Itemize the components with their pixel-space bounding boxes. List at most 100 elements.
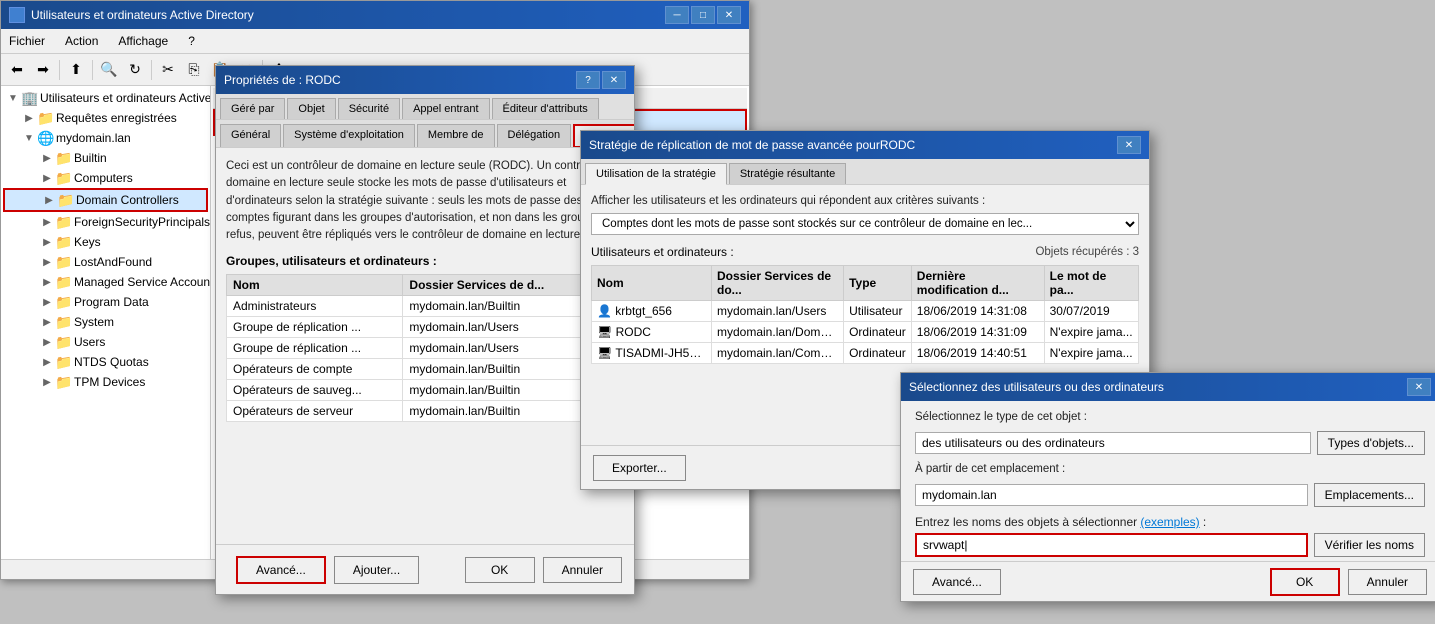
tree-item-mydomain[interactable]: ▼ 🌐 mydomain.lan [3, 128, 208, 148]
tab-delegation[interactable]: Délégation [497, 124, 572, 147]
expand-computers[interactable]: ▶ [39, 173, 55, 184]
select-users-title-bar: Sélectionnez des utilisateurs ou des ord… [901, 373, 1435, 401]
tab-general[interactable]: Général [220, 124, 281, 147]
expand-builtin[interactable]: ▶ [39, 153, 55, 164]
tab-gere[interactable]: Géré par [220, 98, 285, 119]
location-input[interactable] [915, 484, 1308, 506]
table-row[interactable]: Opérateurs de compte mydomain.lan/Builti… [227, 359, 624, 380]
td-folder: mydomain.lan/Builtin [403, 380, 587, 401]
select-users-annuler-button[interactable]: Annuler [1348, 569, 1427, 595]
dialog-props: Propriétés de : RODC ? ✕ Géré par Objet … [215, 65, 635, 595]
table-row[interactable]: 👤 krbtgt_656 mydomain.lan/Users Utilisat… [592, 301, 1139, 322]
menu-affichage[interactable]: Affichage [110, 31, 176, 51]
exemples-link[interactable]: (exemples) [1140, 515, 1199, 529]
expand-keys[interactable]: ▶ [39, 237, 55, 248]
expand-system[interactable]: ▶ [39, 317, 55, 328]
find-button[interactable]: 🔍 [97, 58, 121, 82]
select-users-close-button[interactable]: ✕ [1407, 378, 1431, 396]
table-row[interactable]: Opérateurs de sauveg... mydomain.lan/Bui… [227, 380, 624, 401]
table-row[interactable]: 🖥 RODC mydomain.lan/Domain ... Ordinateu… [592, 322, 1139, 343]
tree-item-keys[interactable]: ▶ 📁 Keys [3, 232, 208, 252]
tree-item-builtin[interactable]: ▶ 📁 Builtin [3, 148, 208, 168]
sth-name: Nom [592, 266, 712, 301]
tab-objet[interactable]: Objet [287, 98, 335, 119]
cut-button[interactable]: ✂ [156, 58, 180, 82]
tree-label-computers: Computers [74, 171, 133, 185]
tree-item-root[interactable]: ▼ 🏢 Utilisateurs et ordinateurs Active [3, 88, 208, 108]
menu-bar: Fichier Action Affichage ? [1, 29, 749, 54]
tree-label-managed: Managed Service Accounts [74, 275, 211, 289]
tree-label-root: Utilisateurs et ordinateurs Active [40, 91, 211, 105]
strategy-table: Nom Dossier Services de do... Type Derni… [591, 265, 1139, 364]
table-row[interactable]: Groupe de réplication ... mydomain.lan/U… [227, 338, 624, 359]
props-annuler-button[interactable]: Annuler [543, 557, 622, 583]
tree-item-lostandfound[interactable]: ▶ 📁 LostAndFound [3, 252, 208, 272]
tab-systeme[interactable]: Système d'exploitation [283, 124, 415, 147]
strategy-title: Stratégie de réplication de mot de passe… [589, 138, 915, 152]
table-row[interactable]: Groupe de réplication ... mydomain.lan/U… [227, 317, 624, 338]
expand-ntdsquotas[interactable]: ▶ [39, 357, 55, 368]
expand-requetes[interactable]: ▶ [21, 113, 37, 124]
table-row[interactable]: 🖥 TISADMI-JH5NQRH mydomain.lan/Comput...… [592, 343, 1139, 364]
refresh-button[interactable]: ↻ [123, 58, 147, 82]
menu-fichier[interactable]: Fichier [1, 31, 53, 51]
tree-item-system[interactable]: ▶ 📁 System [3, 312, 208, 332]
select-users-avance-button[interactable]: Avancé... [913, 569, 1001, 595]
expand-managed[interactable]: ▶ [39, 277, 55, 288]
props-help-button[interactable]: ? [576, 71, 600, 89]
system-icon: 📁 [55, 314, 71, 330]
tree-item-users[interactable]: ▶ 📁 Users [3, 332, 208, 352]
tab-resultante[interactable]: Stratégie résultante [729, 163, 846, 184]
tree-item-requetes[interactable]: ▶ 📁 Requêtes enregistrées [3, 108, 208, 128]
tree-item-managed[interactable]: ▶ 📁 Managed Service Accounts [3, 272, 208, 292]
select-users-ok-button[interactable]: OK [1270, 568, 1340, 596]
tree-item-programdata[interactable]: ▶ 📁 Program Data [3, 292, 208, 312]
tab-editeur[interactable]: Éditeur d'attributs [492, 98, 599, 119]
expand-root[interactable]: ▼ [5, 93, 21, 104]
expand-mydomain[interactable]: ▼ [21, 133, 37, 144]
table-row[interactable]: Opérateurs de serveur mydomain.lan/Built… [227, 401, 624, 422]
minimize-button[interactable]: ─ [665, 6, 689, 24]
expand-foreign[interactable]: ▶ [39, 217, 55, 228]
std-name: 🖥 RODC [592, 322, 712, 343]
std-folder: mydomain.lan/Users [712, 301, 844, 322]
strategy-close-button[interactable]: ✕ [1117, 136, 1141, 154]
expand-lostandfound[interactable]: ▶ [39, 257, 55, 268]
emplacements-button[interactable]: Emplacements... [1314, 483, 1425, 507]
tree-item-foreign[interactable]: ▶ 📁 ForeignSecurityPrincipals [3, 212, 208, 232]
names-input[interactable] [915, 533, 1308, 557]
tab-utilisation[interactable]: Utilisation de la stratégie [585, 163, 727, 185]
strategy-dropdown[interactable]: Comptes dont les mots de passe sont stoc… [591, 213, 1139, 235]
props-ok-button[interactable]: OK [465, 557, 535, 583]
props-footer: Avancé... Ajouter... OK Annuler [216, 544, 634, 594]
computers-icon: 📁 [55, 170, 71, 186]
forward-button[interactable]: ➡ [31, 58, 55, 82]
close-main-button[interactable]: ✕ [717, 6, 741, 24]
copy-button[interactable]: ⎘ [182, 58, 206, 82]
tree-item-domaincontrollers[interactable]: ▶ 📁 Domain Controllers [3, 188, 208, 212]
types-button[interactable]: Types d'objets... [1317, 431, 1425, 455]
props-ajouter-button[interactable]: Ajouter... [334, 556, 419, 584]
tree-item-tpmdevices[interactable]: ▶ 📁 TPM Devices [3, 372, 208, 392]
tree-item-ntdsquotas[interactable]: ▶ 📁 NTDS Quotas [3, 352, 208, 372]
table-row[interactable]: Administrateurs mydomain.lan/Builtin R [227, 296, 624, 317]
tree-item-computers[interactable]: ▶ 📁 Computers [3, 168, 208, 188]
back-button[interactable]: ⬅ [5, 58, 29, 82]
up-button[interactable]: ⬆ [64, 58, 88, 82]
maximize-button[interactable]: □ [691, 6, 715, 24]
strategy-exporter-button[interactable]: Exporter... [593, 455, 686, 481]
props-avance-button[interactable]: Avancé... [236, 556, 326, 584]
type-input[interactable] [915, 432, 1311, 454]
menu-action[interactable]: Action [57, 31, 106, 51]
verifier-noms-button[interactable]: Vérifier les noms [1314, 533, 1425, 557]
expand-tpmdevices[interactable]: ▶ [39, 377, 55, 388]
expand-dc[interactable]: ▶ [41, 195, 57, 206]
expand-users[interactable]: ▶ [39, 337, 55, 348]
expand-programdata[interactable]: ▶ [39, 297, 55, 308]
tab-securite[interactable]: Sécurité [338, 98, 400, 119]
menu-help[interactable]: ? [180, 31, 203, 51]
props-close-button[interactable]: ✕ [602, 71, 626, 89]
tab-membre[interactable]: Membre de [417, 124, 495, 147]
tab-appel[interactable]: Appel entrant [402, 98, 489, 119]
foreign-icon: 📁 [55, 214, 71, 230]
